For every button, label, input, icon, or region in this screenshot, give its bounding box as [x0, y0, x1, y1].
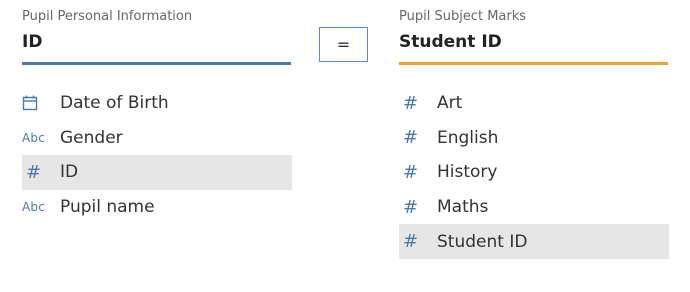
field-name: English — [437, 127, 499, 148]
left-source-label: Pupil Personal Information — [22, 9, 193, 24]
field-name: Date of Birth — [60, 93, 169, 114]
hash-icon: # — [403, 196, 419, 218]
hash-icon: # — [403, 92, 419, 114]
field-row-english[interactable]: # English — [399, 121, 669, 156]
field-name: History — [437, 162, 498, 183]
field-name: Pupil name — [60, 197, 155, 218]
left-key-underline — [22, 62, 291, 65]
field-row-history[interactable]: # History — [399, 155, 669, 190]
right-field-list: # Art # English # History # Maths # Stud… — [399, 86, 669, 259]
abc-icon: Abc — [22, 200, 46, 215]
field-row-maths[interactable]: # Maths — [399, 190, 669, 225]
hash-icon: # — [403, 231, 419, 253]
field-row-id[interactable]: # ID — [22, 155, 292, 190]
hash-icon: # — [403, 127, 419, 149]
field-row-student-id[interactable]: # Student ID — [399, 224, 669, 259]
field-row-gender[interactable]: Abc Gender — [22, 121, 292, 156]
right-key-field[interactable]: Student ID — [399, 32, 502, 52]
right-key-underline — [399, 62, 668, 65]
hash-icon: # — [26, 161, 42, 183]
field-name: Maths — [437, 197, 489, 218]
field-row-date-of-birth[interactable]: Date of Birth — [22, 86, 292, 121]
right-source-label: Pupil Subject Marks — [399, 9, 527, 24]
join-operator-button[interactable]: = — [319, 27, 368, 62]
field-name: Student ID — [437, 231, 528, 252]
field-name: Gender — [60, 127, 123, 148]
field-name: Art — [437, 93, 463, 114]
left-field-list: Date of Birth Abc Gender # ID Abc Pupil … — [22, 86, 292, 224]
left-key-field[interactable]: ID — [22, 32, 42, 52]
field-name: ID — [60, 162, 79, 183]
abc-icon: Abc — [22, 130, 46, 145]
field-row-pupil-name[interactable]: Abc Pupil name — [22, 190, 292, 225]
field-row-art[interactable]: # Art — [399, 86, 669, 121]
hash-icon: # — [403, 161, 419, 183]
calendar-icon — [22, 95, 60, 111]
